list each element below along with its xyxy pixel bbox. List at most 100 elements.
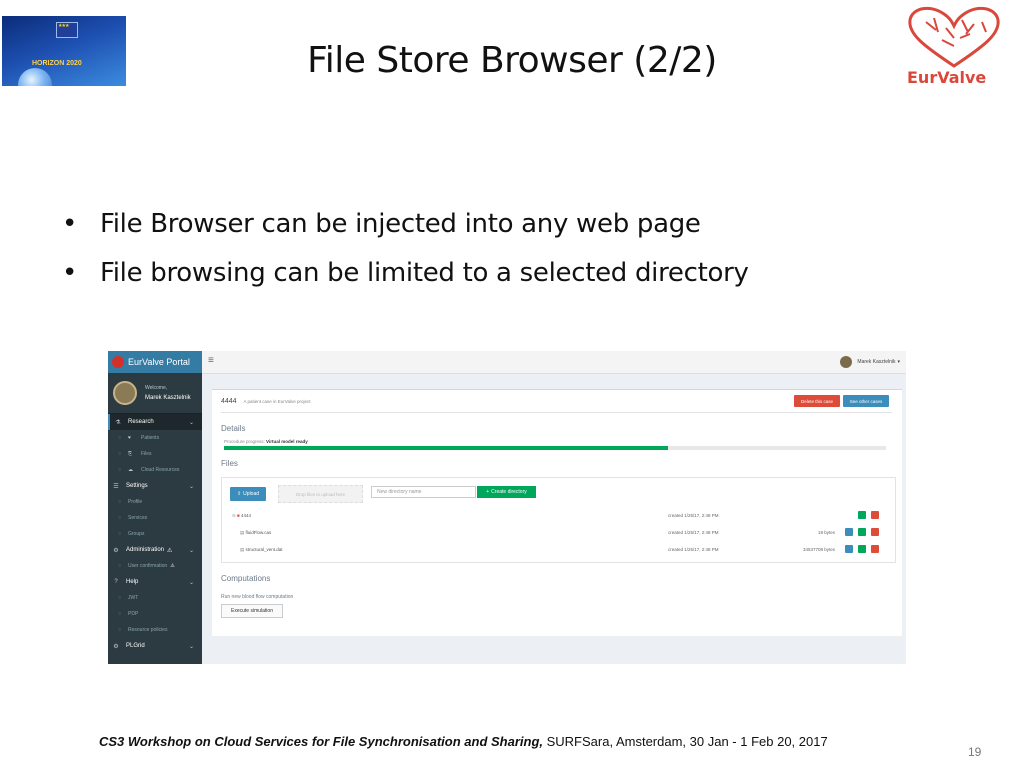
cloud-icon: ☁	[128, 467, 133, 473]
divider	[221, 412, 892, 413]
user-name: Marek Kasztelnik	[145, 395, 191, 401]
delete-icon[interactable]	[871, 545, 879, 553]
page-number: 19	[968, 745, 982, 759]
file-created: created 1/25/17, 2:48 PM	[668, 530, 719, 535]
file-created: created 1/25/17, 2:48 PM	[668, 513, 719, 518]
file-name: ⊖ ■ 4444	[232, 513, 252, 518]
avatar	[840, 356, 853, 368]
progress-status: Virtual model ready	[266, 439, 308, 444]
submenu-files[interactable]: ○ ⎘ Files	[108, 446, 202, 462]
menu-help[interactable]: ? Help ⌄	[108, 574, 202, 590]
create-directory-button[interactable]: + Create directory	[477, 486, 536, 498]
submenu-resource-policies[interactable]: ○ Resource policies	[108, 622, 202, 638]
download-icon[interactable]	[845, 545, 853, 553]
menu-settings[interactable]: ☰ Settings ⌄	[108, 478, 202, 494]
submenu-cloud-resources[interactable]: ○ ☁ Cloud Resources	[108, 462, 202, 478]
menu-label: Research	[128, 419, 154, 425]
progress-text: Procedure progress: Virtual model ready	[224, 439, 308, 444]
bullet-item: File Browser can be injected into any we…	[62, 200, 749, 249]
file-row[interactable]: ▤ fluidFlow.cas created 1/25/17, 2:48 PM…	[230, 527, 887, 539]
submenu-patients[interactable]: ○ ♥ Patients	[108, 430, 202, 446]
top-user-name: Marek Kasztelnik	[857, 359, 896, 365]
delete-case-button[interactable]: Delete this case	[794, 395, 840, 407]
download-icon[interactable]	[858, 511, 866, 519]
file-name: ▤ structural_vent.dat	[240, 547, 283, 552]
eu-flag-icon	[56, 22, 78, 38]
collapse-icon: ⊖	[232, 513, 236, 518]
eurvalve-logo: EurValve	[904, 4, 1004, 90]
welcome-label: Welcome,	[145, 385, 168, 391]
slide-title: File Store Browser (2/2)	[307, 40, 717, 81]
upload-button[interactable]: ⇪ Upload	[230, 487, 266, 501]
submenu-jwt[interactable]: ○ JWT	[108, 590, 202, 606]
case-panel: 4444 A patient case in EurValve project …	[212, 389, 902, 636]
plus-icon: +	[486, 489, 490, 495]
execute-simulation-button[interactable]: Execute simulation	[221, 604, 283, 618]
file-icon: ▤	[240, 530, 245, 535]
menu-administration[interactable]: ⚙ Administration ⚠ ⌄	[108, 542, 202, 558]
heart-logo-icon	[908, 6, 1000, 68]
file-size: 19 bytes	[817, 530, 835, 535]
file-created: created 1/25/17, 2:48 PM	[668, 547, 719, 552]
see-other-cases-button[interactable]: See other cases	[843, 395, 889, 407]
file-name: ▤ fluidFlow.cas	[240, 530, 272, 535]
submenu-groups[interactable]: ○ Groups	[108, 526, 202, 542]
files-heading: Files	[221, 459, 238, 468]
details-heading: Details	[221, 424, 246, 433]
sliders-icon: ☰	[113, 483, 119, 490]
submenu-user-confirmation[interactable]: ○ User confirmation ⚠	[108, 558, 202, 574]
flask-icon: ⚗	[115, 419, 121, 426]
chevron-down-icon: ⌄	[188, 643, 194, 650]
cogs-icon: ⚙	[113, 643, 119, 650]
computations-heading: Computations	[221, 574, 271, 583]
submenu-services[interactable]: ○ Services	[108, 510, 202, 526]
progress-fill	[224, 446, 668, 450]
question-icon: ?	[114, 579, 118, 585]
footer-event: CS3 Workshop on Cloud Services for File …	[99, 734, 543, 749]
chevron-down-icon: ⌄	[188, 579, 194, 586]
download-icon[interactable]	[845, 528, 853, 536]
new-directory-input[interactable]: New directory name	[371, 486, 476, 498]
menu-toggle-icon[interactable]: ≡	[208, 356, 214, 366]
delete-icon[interactable]	[871, 511, 879, 519]
menu-research[interactable]: ⚗ Research ⌄	[108, 414, 202, 430]
share-icon[interactable]	[858, 528, 866, 536]
user-menu[interactable]: Marek Kasztelnik ▾	[840, 356, 900, 368]
footer: CS3 Workshop on Cloud Services for File …	[99, 734, 828, 749]
user-panel: Welcome, Marek Kasztelnik	[108, 373, 202, 414]
avatar	[113, 381, 137, 405]
run-computation-label: Run new blood flow computation	[221, 594, 294, 600]
folder-icon: ■	[237, 513, 240, 518]
bullet-list: File Browser can be injected into any we…	[62, 200, 749, 298]
submenu-pdp[interactable]: ○ PDP	[108, 606, 202, 622]
case-id: 4444	[221, 398, 237, 405]
drop-zone[interactable]: Drop files to upload here	[278, 485, 363, 503]
file-browser: ⇪ Upload Drop files to upload here New d…	[221, 477, 896, 563]
brand-name: EurValve Portal	[128, 357, 190, 367]
file-size: 34537708 bytes	[802, 547, 835, 552]
heart-icon: ♥	[128, 435, 131, 441]
file-row[interactable]: ▤ structural_vent.dat created 1/25/17, 2…	[230, 544, 887, 556]
brand-header[interactable]: EurValve Portal	[108, 351, 202, 373]
footer-details: SURFSara, Amsterdam, 30 Jan - 1 Feb 20, …	[543, 734, 828, 749]
heart-icon	[112, 356, 124, 368]
chevron-down-icon: ⌄	[188, 483, 194, 490]
chevron-down-icon: ⌄	[188, 547, 194, 554]
warning-icon: ⚠	[170, 563, 175, 569]
menu-plgrid[interactable]: ⚙ PLGrid ⌄	[108, 638, 202, 654]
sidebar: EurValve Portal Welcome, Marek Kasztelni…	[108, 351, 202, 664]
delete-icon[interactable]	[871, 528, 879, 536]
share-icon[interactable]	[858, 545, 866, 553]
chevron-down-icon: ⌄	[188, 419, 194, 426]
bullet-item: File browsing can be limited to a select…	[62, 249, 749, 298]
submenu-profile[interactable]: ○ Profile	[108, 494, 202, 510]
top-navbar: ≡ Marek Kasztelnik ▾	[202, 351, 906, 374]
progress-bar	[224, 446, 886, 450]
case-header: 4444 A patient case in EurValve project	[221, 398, 311, 405]
caret-down-icon: ▾	[897, 359, 900, 365]
cogs-icon: ⚙	[113, 547, 119, 554]
file-row-folder[interactable]: ⊖ ■ 4444 created 1/25/17, 2:48 PM	[230, 510, 887, 522]
warning-icon: ⚠	[167, 547, 173, 554]
case-description: A patient case in EurValve project	[243, 399, 311, 404]
portal-screenshot: EurValve Portal Welcome, Marek Kasztelni…	[108, 351, 906, 664]
